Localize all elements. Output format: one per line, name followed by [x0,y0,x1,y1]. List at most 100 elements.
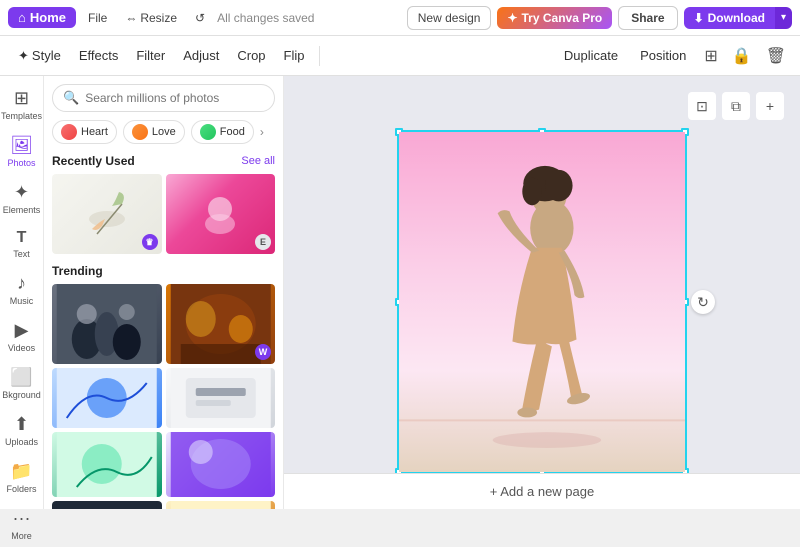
resize-label: Resize [140,11,177,25]
position-button[interactable]: Position [632,44,694,67]
recent-photo-1[interactable]: ♛ [52,174,162,254]
main-layout: ⊞ Templates 🖼 Photos ✦ Elements T Text ♪… [0,76,800,509]
e-badge: E [255,234,271,250]
see-all-button[interactable]: See all [241,155,275,167]
add-page-label: + Add a new page [490,484,594,499]
canvas-image[interactable] [399,132,685,472]
effects-button[interactable]: Effects [71,44,127,67]
canvas-resize-icon[interactable]: ⊡ [688,92,716,120]
search-bar[interactable]: 🔍 [52,84,275,112]
nav-right-actions: New design ✦ Try Canva Pro Share ⬇ Downl… [407,6,792,30]
style-icon: ✦ [18,48,29,64]
trending-photo-5[interactable] [52,432,162,497]
sidebar-item-videos[interactable]: ▶ Videos [2,314,42,359]
photos-panel: 🔍 Heart Love Food › Recently Used See al… [44,76,284,509]
trending-section: Trending [52,264,275,509]
editor-toolbar: ✦ Style Effects Filter Adjust Crop Flip … [0,36,800,76]
text-icon: T [17,229,27,247]
trending-photo-2[interactable]: W [166,284,276,364]
chip-food-icon [200,124,216,140]
toolbar-right: Duplicate Position ⊞ 🔒 🗑 [556,42,790,70]
resize-button[interactable]: ⇔ Resize [119,8,183,28]
sidebar-item-uploads[interactable]: ⬆ Uploads [2,408,42,453]
canvas-top-bar: ⊡ ⧉ + [300,92,784,120]
undo-button[interactable]: ↺ [189,8,211,28]
filter-button[interactable]: Filter [128,44,173,67]
canvas-area: ⊡ ⧉ + [284,76,800,509]
videos-icon: ▶ [15,320,29,341]
recently-used-grid: ♛ E [52,174,275,254]
saved-status: All changes saved [217,11,401,25]
more-icon: ··· [13,508,31,529]
try-canva-pro-button[interactable]: ✦ Try Canva Pro [497,7,612,29]
chip-next-arrow[interactable]: › [260,125,264,139]
category-chips: Heart Love Food › [52,120,275,144]
home-icon: ⌂ [18,10,26,25]
duplicate-button[interactable]: Duplicate [556,44,626,67]
lock-icon-button[interactable]: 🔒 [728,42,756,70]
download-button[interactable]: ⬇ Download [684,7,775,29]
sidebar-item-photos[interactable]: 🖼 Photos [2,129,42,174]
recently-used-header: Recently Used See all [52,154,275,168]
chip-heart-icon [61,124,77,140]
sidebar-icons: ⊞ Templates 🖼 Photos ✦ Elements T Text ♪… [0,76,44,509]
sidebar-item-text[interactable]: T Text [2,223,42,265]
person-figure [399,132,685,472]
w-badge: W [255,344,271,360]
toolbar-separator [319,46,320,66]
canva-star-icon: ✦ [507,11,517,25]
share-button[interactable]: Share [618,6,677,30]
rotate-handle[interactable]: ↻ [691,290,715,314]
chip-love-icon [132,124,148,140]
canvas-add-icon[interactable]: + [756,92,784,120]
sidebar-item-templates[interactable]: ⊞ Templates [2,82,42,127]
sidebar-item-background[interactable]: ⬜ Bkground [2,361,42,406]
top-navigation: ⌂ Home File ⇔ Resize ↺ All changes saved… [0,0,800,36]
file-button[interactable]: File [82,8,113,28]
add-page-bar[interactable]: + Add a new page [284,473,800,509]
trending-photo-6[interactable] [166,432,276,497]
home-button[interactable]: ⌂ Home [8,7,76,28]
sidebar-item-elements[interactable]: ✦ Elements [2,176,42,221]
adjust-button[interactable]: Adjust [175,44,227,67]
trending-photo-3[interactable] [52,368,162,428]
sidebar-item-music[interactable]: ♪ Music [2,267,42,312]
home-label: Home [30,10,66,25]
search-input[interactable] [85,91,264,105]
chip-heart[interactable]: Heart [52,120,117,144]
recent-photo-2-preview [195,189,245,239]
trending-photo-7[interactable] [52,501,162,509]
trending-photo-1[interactable] [52,284,162,364]
uploads-icon: ⬆ [14,414,29,435]
file-label: File [88,11,107,25]
delete-icon-button[interactable]: 🗑 [762,42,790,70]
trending-photo-4[interactable] [166,368,276,428]
flip-button[interactable]: Flip [276,44,313,67]
folders-icon: 📁 [10,461,32,482]
music-icon: ♪ [17,273,26,294]
recently-used-title: Recently Used [52,154,135,168]
grid-icon-button[interactable]: ⊞ [700,42,721,70]
templates-icon: ⊞ [14,88,29,109]
chip-food[interactable]: Food [191,120,254,144]
background-icon: ⬜ [10,367,32,388]
resize-icon: ⇔ [125,11,137,25]
download-button-group: ⬇ Download ▾ [684,7,792,29]
sidebar-item-folders[interactable]: 📁 Folders [2,455,42,500]
recent-photo-2[interactable]: E [166,174,276,254]
trending-grid: W [52,284,275,509]
photos-icon: 🖼 [10,135,33,156]
new-design-button[interactable]: New design [407,6,492,30]
download-icon: ⬇ [694,11,704,25]
search-icon: 🔍 [63,90,79,106]
recent-photo-1-preview [77,184,137,244]
canvas-frame: ↻ [397,130,687,474]
elements-icon: ✦ [14,182,29,203]
trending-title: Trending [52,264,275,278]
chip-love[interactable]: Love [123,120,185,144]
crop-button[interactable]: Crop [229,44,273,67]
trending-photo-8[interactable] [166,501,276,509]
style-button[interactable]: ✦ Style [10,44,69,68]
download-caret-button[interactable]: ▾ [775,7,792,29]
canvas-copy-icon[interactable]: ⧉ [722,92,750,120]
